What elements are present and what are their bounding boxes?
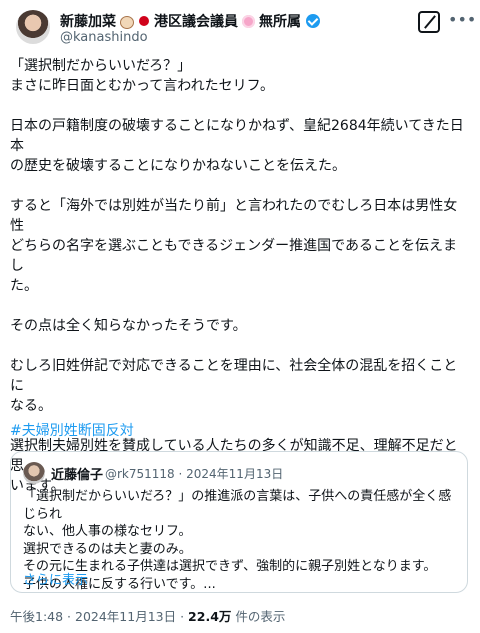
post-meta: 午後1:48 · 2024年11月13日 · 22.4万 件の表示	[10, 606, 285, 625]
show-more-link[interactable]: さらに表示	[23, 569, 88, 588]
author-title[interactable]: 港区議会議員	[154, 11, 238, 31]
paragraph: すると「海外では別姓が当たり前」と言われたのでむしろ日本は男性女性 どちらの名字…	[10, 196, 470, 296]
text-line: どちらの名字を選ぶこともできるジェンダー推進国であることを伝えまし	[10, 238, 458, 274]
hashtag-link[interactable]: #夫婦別姓断固反対	[10, 420, 134, 440]
quote-line: 子供の人権に反する行いです。...	[23, 576, 216, 592]
quote-author-name[interactable]: 近藤倫子	[51, 464, 103, 483]
view-label: 件の表示	[231, 609, 286, 624]
avatar[interactable]	[16, 10, 50, 44]
text-line: その点は全く知らなかったそうです。	[10, 318, 247, 334]
text-line: すると「海外では別姓が当たり前」と言われたのでむしろ日本は男性女性	[10, 198, 458, 234]
quote-line: 選択できるのは夫と妻のみ。	[23, 541, 192, 557]
author-handle[interactable]: @kanashindo	[60, 30, 148, 45]
post-text: 「選択制だからいいだろ？」 まさに昨日面とむかって言われたセリフ。 日本の戸籍制…	[10, 56, 470, 516]
japan-flag-icon	[139, 16, 149, 26]
text-line: 日本の戸籍制度の破壊することになりかねず、皇紀2684年続いてきた日本	[10, 118, 464, 154]
view-count[interactable]: 22.4万	[188, 609, 231, 624]
text-line: まさに昨日面とむかって言われたセリフ。	[10, 78, 275, 94]
quote-line: 「選択制だからいいだろ？」の推進派の言葉は、子供への責任感が全く感じられ	[23, 489, 452, 522]
quote-line: ない、他人事の様なセリフ。	[23, 524, 192, 539]
quote-line: その元に生まれる子供達は選択できず、強制的に親子別姓となります。	[23, 559, 437, 574]
author-affiliation[interactable]: 無所属	[259, 11, 301, 31]
dog-emoji-icon	[118, 14, 134, 29]
author-name-row[interactable]: 新藤加菜 港区議会議員 無所属	[60, 11, 320, 31]
post-timestamp[interactable]: 午後1:48 · 2024年11月13日 ·	[10, 609, 188, 624]
quote-avatar[interactable]	[23, 462, 45, 484]
paragraph: その点は全く知らなかったそうです。	[10, 316, 470, 336]
more-options-icon[interactable]: •••	[448, 12, 476, 32]
text-line: 「選択制だからいいだろ？」	[10, 58, 192, 74]
text-line: た。	[10, 278, 38, 294]
quote-handle-date[interactable]: @rk751118 · 2024年11月13日	[105, 465, 283, 482]
post-card: 新藤加菜 港区議会議員 無所属 @kanashindo ••• 「選択制だからい…	[0, 0, 480, 633]
paragraph: むしろ旧姓併記で対応できることを理由に、社会全体の混乱を招くことに なる。	[10, 356, 470, 416]
post-header: 新藤加菜 港区議会議員 無所属 @kanashindo •••	[10, 8, 476, 48]
quote-text: 「選択制だからいいだろ？」の推進派の言葉は、子供への責任感が全く感じられ ない、…	[23, 488, 459, 593]
grok-icon[interactable]	[418, 11, 440, 33]
paragraph: 日本の戸籍制度の破壊することになりかねず、皇紀2684年続いてきた日本 の歴史を…	[10, 116, 470, 176]
author-name[interactable]: 新藤加菜	[60, 11, 116, 31]
text-line: むしろ旧姓併記で対応できることを理由に、社会全体の混乱を招くことに	[10, 358, 458, 394]
quoted-post[interactable]: 近藤倫子 @rk751118 · 2024年11月13日 「選択制だからいいだろ…	[10, 451, 468, 593]
verified-badge-icon[interactable]	[306, 14, 320, 28]
text-line: の歴史を破壊することになりかねないことを伝えた。	[10, 158, 346, 174]
paragraph: 「選択制だからいいだろ？」 まさに昨日面とむかって言われたセリフ。	[10, 56, 470, 96]
flower-emoji-icon	[242, 14, 255, 28]
text-line: なる。	[10, 398, 52, 414]
